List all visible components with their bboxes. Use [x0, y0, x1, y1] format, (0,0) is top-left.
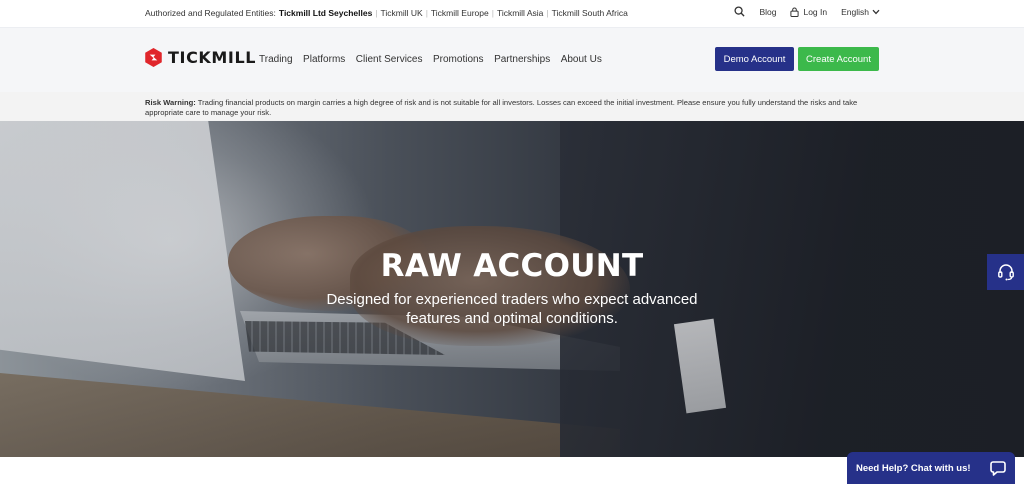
entity-link-seychelles[interactable]: Tickmill Ltd Seychelles	[279, 8, 372, 18]
separator: |	[546, 8, 549, 18]
blog-link[interactable]: Blog	[759, 7, 776, 17]
menu-item-trading[interactable]: Trading	[259, 54, 293, 65]
search-icon	[734, 6, 746, 17]
login-link[interactable]: Log In	[790, 7, 827, 17]
entity-link-uk[interactable]: Tickmill UK	[381, 8, 423, 18]
brand-logo[interactable]: TICKMILL	[144, 48, 256, 67]
top-utility-bar: Authorized and Regulated Entities: Tickmi…	[0, 0, 1024, 27]
utility-links: Blog Log In English	[720, 6, 880, 17]
headset-icon	[997, 264, 1014, 281]
hero-title: RAW ACCOUNT	[380, 248, 644, 284]
menu-item-platforms[interactable]: Platforms	[303, 54, 345, 65]
brand-name: TICKMILL	[168, 48, 257, 67]
main-navigation: TICKMILL Trading Platforms Client Servic…	[0, 27, 1024, 93]
risk-warning-banner: Risk Warning: Trading financial products…	[0, 92, 1024, 121]
menu-item-client-services[interactable]: Client Services	[356, 54, 423, 65]
hero-hand-right	[350, 226, 630, 346]
demo-account-button[interactable]: Demo Account	[715, 47, 794, 71]
entities-label: Authorized and Regulated Entities:	[145, 8, 276, 18]
create-account-button[interactable]: Create Account	[798, 47, 879, 71]
separator: |	[375, 8, 378, 18]
separator: |	[425, 8, 428, 18]
tickmill-logo-icon	[145, 48, 162, 67]
risk-warning-body: Trading financial products on margin car…	[145, 98, 858, 117]
menu-item-partnerships[interactable]: Partnerships	[494, 54, 550, 65]
entity-link-asia[interactable]: Tickmill Asia	[497, 8, 543, 18]
search-button[interactable]	[734, 6, 746, 17]
chat-widget-label: Need Help? Chat with us!	[856, 462, 971, 474]
language-selector[interactable]: English	[841, 7, 880, 17]
primary-menu: Trading Platforms Client Services Promot…	[259, 54, 612, 65]
chevron-down-icon	[872, 9, 880, 14]
menu-item-about-us[interactable]: About Us	[561, 54, 602, 65]
separator: |	[491, 8, 494, 18]
hero-banner: RAW ACCOUNT Designed for experienced tra…	[0, 121, 1024, 457]
menu-item-promotions[interactable]: Promotions	[433, 54, 484, 65]
chat-bubble-icon	[990, 461, 1006, 476]
regulated-entities: Authorized and Regulated Entities: Tickmi…	[145, 8, 628, 18]
lock-icon	[790, 6, 800, 17]
entity-link-europe[interactable]: Tickmill Europe	[431, 8, 489, 18]
login-label: Log In	[803, 6, 828, 17]
language-label: English	[841, 6, 869, 17]
hero-subtitle: Designed for experienced traders who exp…	[326, 291, 698, 327]
chat-widget-button[interactable]: Need Help? Chat with us!	[847, 452, 1015, 484]
risk-warning-label: Risk Warning:	[145, 98, 196, 107]
risk-warning-text: Risk Warning: Trading financial products…	[145, 98, 885, 118]
entity-link-south-africa[interactable]: Tickmill South Africa	[552, 8, 628, 18]
support-tab-button[interactable]	[987, 254, 1024, 290]
